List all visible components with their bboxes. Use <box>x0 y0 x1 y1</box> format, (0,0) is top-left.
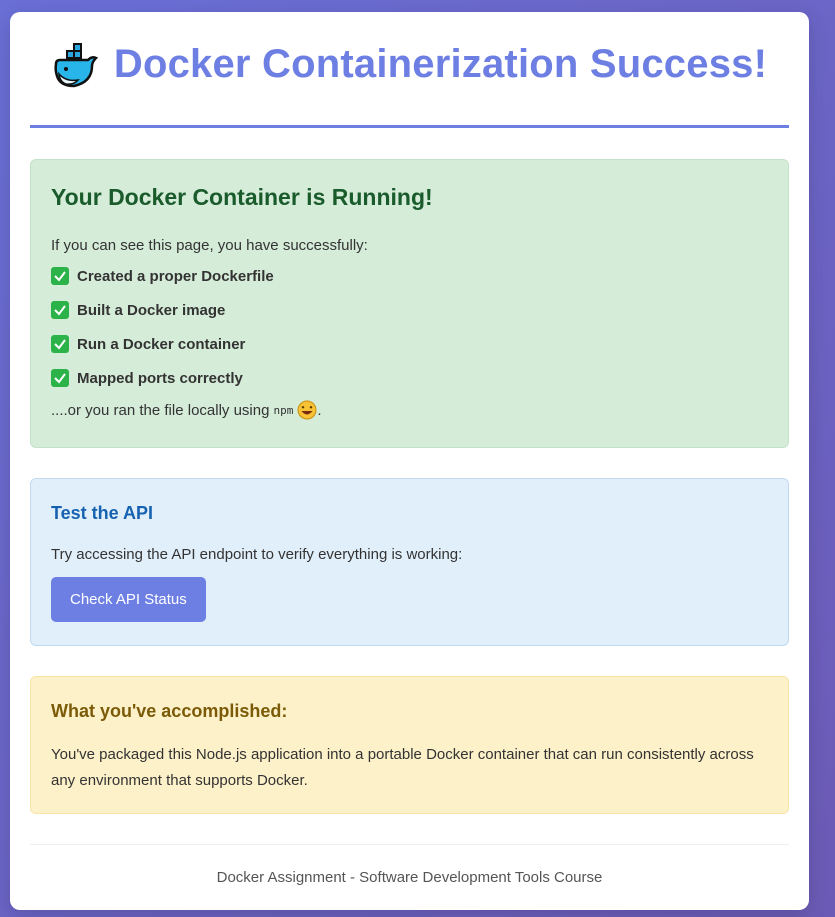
accomplished-heading: What you've accomplished: <box>51 701 288 721</box>
checklist: Created a proper Dockerfile Built a Dock… <box>51 264 768 390</box>
footer-text: Docker Assignment - Software Development… <box>216 869 603 886</box>
checklist-item: Mapped ports correctly <box>51 366 768 390</box>
npm-code: npm <box>273 403 294 417</box>
page-footer: Docker Assignment - Software Development… <box>30 844 789 910</box>
whale-icon <box>54 43 98 88</box>
check-mark-icon <box>51 301 69 319</box>
check-mark-icon <box>51 335 69 353</box>
checklist-label: Mapped ports correctly <box>77 369 243 387</box>
api-description: Try accessing the API endpoint to verify… <box>51 546 463 563</box>
checklist-item: Run a Docker container <box>51 332 768 356</box>
checklist-label: Run a Docker container <box>77 335 246 353</box>
checklist-item: Created a proper Dockerfile <box>51 264 768 288</box>
check-mark-icon <box>51 369 69 387</box>
success-panel: Your Docker Container is Running! If you… <box>30 159 789 448</box>
check-api-status-button[interactable]: Check API Status <box>51 577 206 622</box>
page-header: Docker Containerization Success! <box>30 32 789 128</box>
page-title: Docker Containerization Success! <box>113 42 768 86</box>
checklist-label: Created a proper Dockerfile <box>77 267 274 285</box>
footnote-period: . <box>317 401 322 419</box>
success-intro: If you can see this page, you have succe… <box>51 237 368 254</box>
footnote: ....or you ran the file locally using np… <box>51 400 768 420</box>
accomplished-description: You've packaged this Node.js application… <box>51 746 754 789</box>
laughing-emoji-icon <box>297 400 317 420</box>
api-panel: Test the API Try accessing the API endpo… <box>30 478 789 646</box>
checklist-item: Built a Docker image <box>51 298 768 322</box>
api-heading: Test the API <box>51 503 154 523</box>
accomplished-panel: What you've accomplished: You've package… <box>30 676 789 814</box>
main-card: Docker Containerization Success! Your Do… <box>10 12 809 910</box>
checklist-label: Built a Docker image <box>77 301 226 319</box>
success-heading: Your Docker Container is Running! <box>51 184 433 210</box>
footnote-text: ....or you ran the file locally using <box>51 401 270 419</box>
check-mark-icon <box>51 267 69 285</box>
